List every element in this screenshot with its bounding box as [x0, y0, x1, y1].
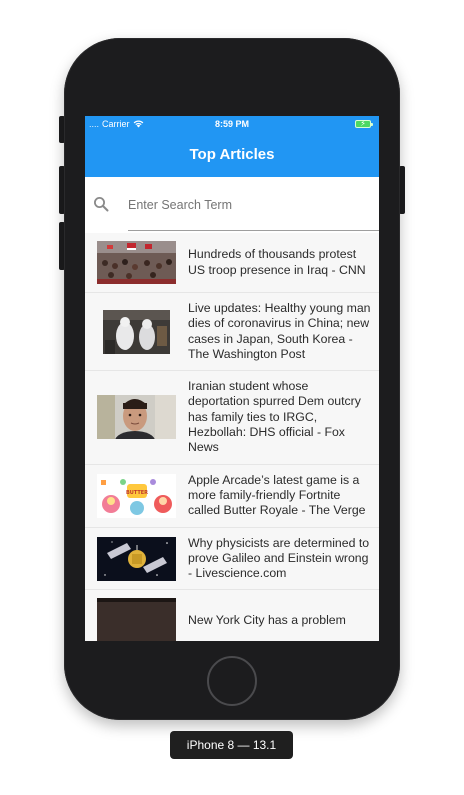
- article-title[interactable]: Hundreds of thousands protest US troop p…: [188, 247, 373, 278]
- list-item[interactable]: New York City has a problem: [85, 590, 379, 641]
- butter-royale-thumbnail[interactable]: BUTTER: [97, 473, 176, 518]
- article-title[interactable]: Apple Arcade’s latest game is a more fam…: [188, 473, 373, 519]
- battery-charging-icon: ⚡: [355, 119, 373, 128]
- status-time: 8:59 PM: [214, 119, 249, 129]
- search-bar: [85, 177, 379, 233]
- app-screen: .... Carrier 8:59 PM ⚡ Top Articles Ente…: [85, 116, 379, 641]
- search-underline: [128, 230, 379, 231]
- student-portrait-thumbnail[interactable]: [97, 395, 176, 440]
- thumbnail-container: BUTTER: [85, 473, 188, 518]
- app-header: .... Carrier 8:59 PM ⚡ Top Articles: [85, 116, 379, 177]
- article-title[interactable]: Why physicists are determined to prove G…: [188, 536, 373, 582]
- article-title[interactable]: Live updates: Healthy young man dies of …: [188, 301, 373, 362]
- list-item[interactable]: BUTTER Apple Arcade’s latest game is a m…: [85, 464, 379, 528]
- thumbnail-container: [85, 309, 188, 354]
- partial-thumbnail[interactable]: [97, 598, 176, 641]
- page-title: Top Articles: [189, 146, 275, 163]
- status-bar: .... Carrier 8:59 PM ⚡: [85, 116, 379, 134]
- simulator-stage: .... Carrier 8:59 PM ⚡ Top Articles Ente…: [0, 0, 464, 795]
- list-item[interactable]: Hundreds of thousands protest US troop p…: [85, 233, 379, 293]
- device-label: iPhone 8 — 13.1: [170, 731, 293, 759]
- article-title[interactable]: Iranian student whose deportation spurre…: [188, 379, 373, 455]
- search-input[interactable]: [128, 193, 374, 217]
- thumbnail-container: [85, 536, 188, 581]
- search-icon[interactable]: [93, 196, 109, 212]
- list-item[interactable]: Iranian student whose deportation spurre…: [85, 371, 379, 465]
- crowd-protest-thumbnail[interactable]: [97, 241, 176, 284]
- article-title[interactable]: New York City has a problem: [188, 613, 373, 628]
- svg-text:BUTTER: BUTTER: [126, 490, 148, 496]
- thumbnail-container: [85, 395, 188, 440]
- thumbnail-container: [85, 598, 188, 641]
- list-item[interactable]: Live updates: Healthy young man dies of …: [85, 293, 379, 372]
- article-list[interactable]: Hundreds of thousands protest US troop p…: [85, 233, 379, 641]
- satellite-thumbnail[interactable]: [97, 536, 176, 581]
- home-button[interactable]: [207, 656, 257, 706]
- thumbnail-container: [85, 241, 188, 284]
- hazmat-workers-thumbnail[interactable]: [103, 309, 170, 354]
- list-item[interactable]: Why physicists are determined to prove G…: [85, 527, 379, 591]
